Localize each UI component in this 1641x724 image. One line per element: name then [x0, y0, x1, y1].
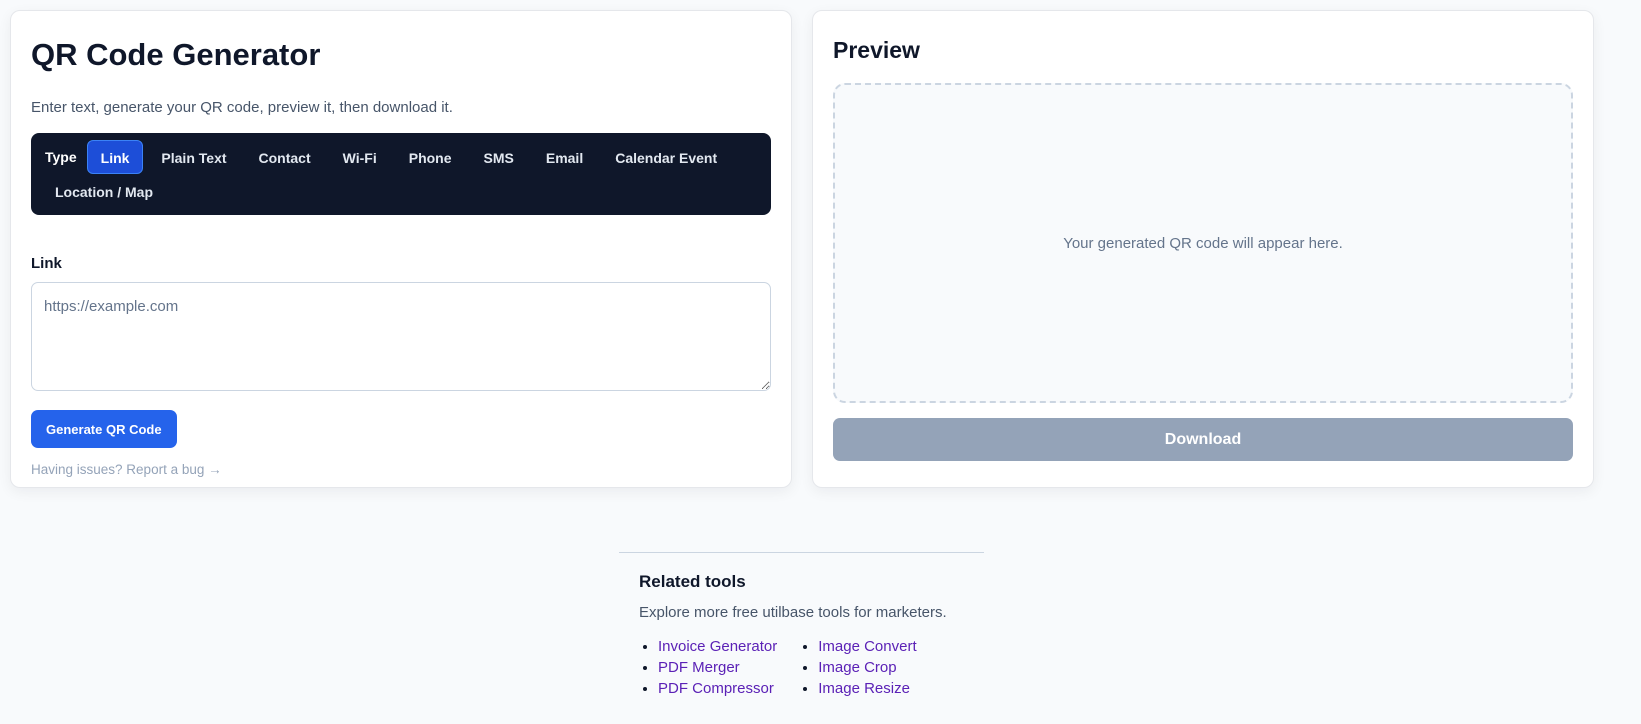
related-link-invoice-generator[interactable]: Invoice Generator — [658, 638, 777, 655]
type-tab-calendar-event[interactable]: Calendar Event — [601, 140, 731, 174]
related-title: Related tools — [639, 572, 746, 591]
page-title: QR Code Generator — [31, 37, 321, 72]
related-links-col-1: Invoice Generator PDF Merger PDF Compres… — [639, 636, 777, 699]
generate-qr-button[interactable]: Generate QR Code — [31, 410, 177, 448]
list-item: Image Resize — [818, 678, 916, 699]
page-subtitle: Enter text, generate your QR code, previ… — [31, 99, 453, 116]
list-item: PDF Compressor — [658, 678, 777, 699]
related-link-pdf-merger[interactable]: PDF Merger — [658, 659, 740, 676]
related-links: Invoice Generator PDF Merger PDF Compres… — [639, 636, 979, 699]
type-tab-location-map[interactable]: Location / Map — [41, 174, 167, 208]
download-button[interactable]: Download — [833, 418, 1573, 461]
preview-title: Preview — [833, 37, 920, 63]
link-input[interactable] — [31, 282, 771, 391]
type-label: Type — [45, 149, 77, 165]
type-tab-plain-text[interactable]: Plain Text — [147, 140, 240, 174]
qr-preview-area: Your generated QR code will appear here. — [833, 83, 1573, 403]
generator-card: QR Code Generator Enter text, generate y… — [10, 10, 792, 488]
type-tab-contact[interactable]: Contact — [245, 140, 325, 174]
preview-card: Preview Your generated QR code will appe… — [812, 10, 1594, 488]
list-item: PDF Merger — [658, 657, 777, 678]
related-link-image-crop[interactable]: Image Crop — [818, 659, 896, 676]
related-link-image-resize[interactable]: Image Resize — [818, 680, 910, 697]
list-item: Image Convert — [818, 636, 916, 657]
type-tab-phone[interactable]: Phone — [395, 140, 466, 174]
type-tab-sms[interactable]: SMS — [470, 140, 528, 174]
link-field-label: Link — [31, 255, 62, 272]
type-tab-link[interactable]: Link — [86, 140, 144, 174]
type-selector: Type Link Plain Text Contact Wi-Fi Phone… — [31, 133, 771, 215]
type-tab-email[interactable]: Email — [532, 140, 597, 174]
related-description: Explore more free utilbase tools for mar… — [639, 604, 947, 621]
list-item: Image Crop — [818, 657, 916, 678]
type-tab-wifi[interactable]: Wi-Fi — [329, 140, 391, 174]
related-links-col-2: Image Convert Image Crop Image Resize — [799, 636, 916, 699]
related-link-image-convert[interactable]: Image Convert — [818, 638, 916, 655]
preview-placeholder: Your generated QR code will appear here. — [1063, 234, 1343, 252]
related-link-pdf-compressor[interactable]: PDF Compressor — [658, 680, 774, 697]
report-bug-link[interactable]: Having issues? Report a bug → — [31, 462, 222, 477]
list-item: Invoice Generator — [658, 636, 777, 657]
related-divider — [619, 552, 984, 553]
